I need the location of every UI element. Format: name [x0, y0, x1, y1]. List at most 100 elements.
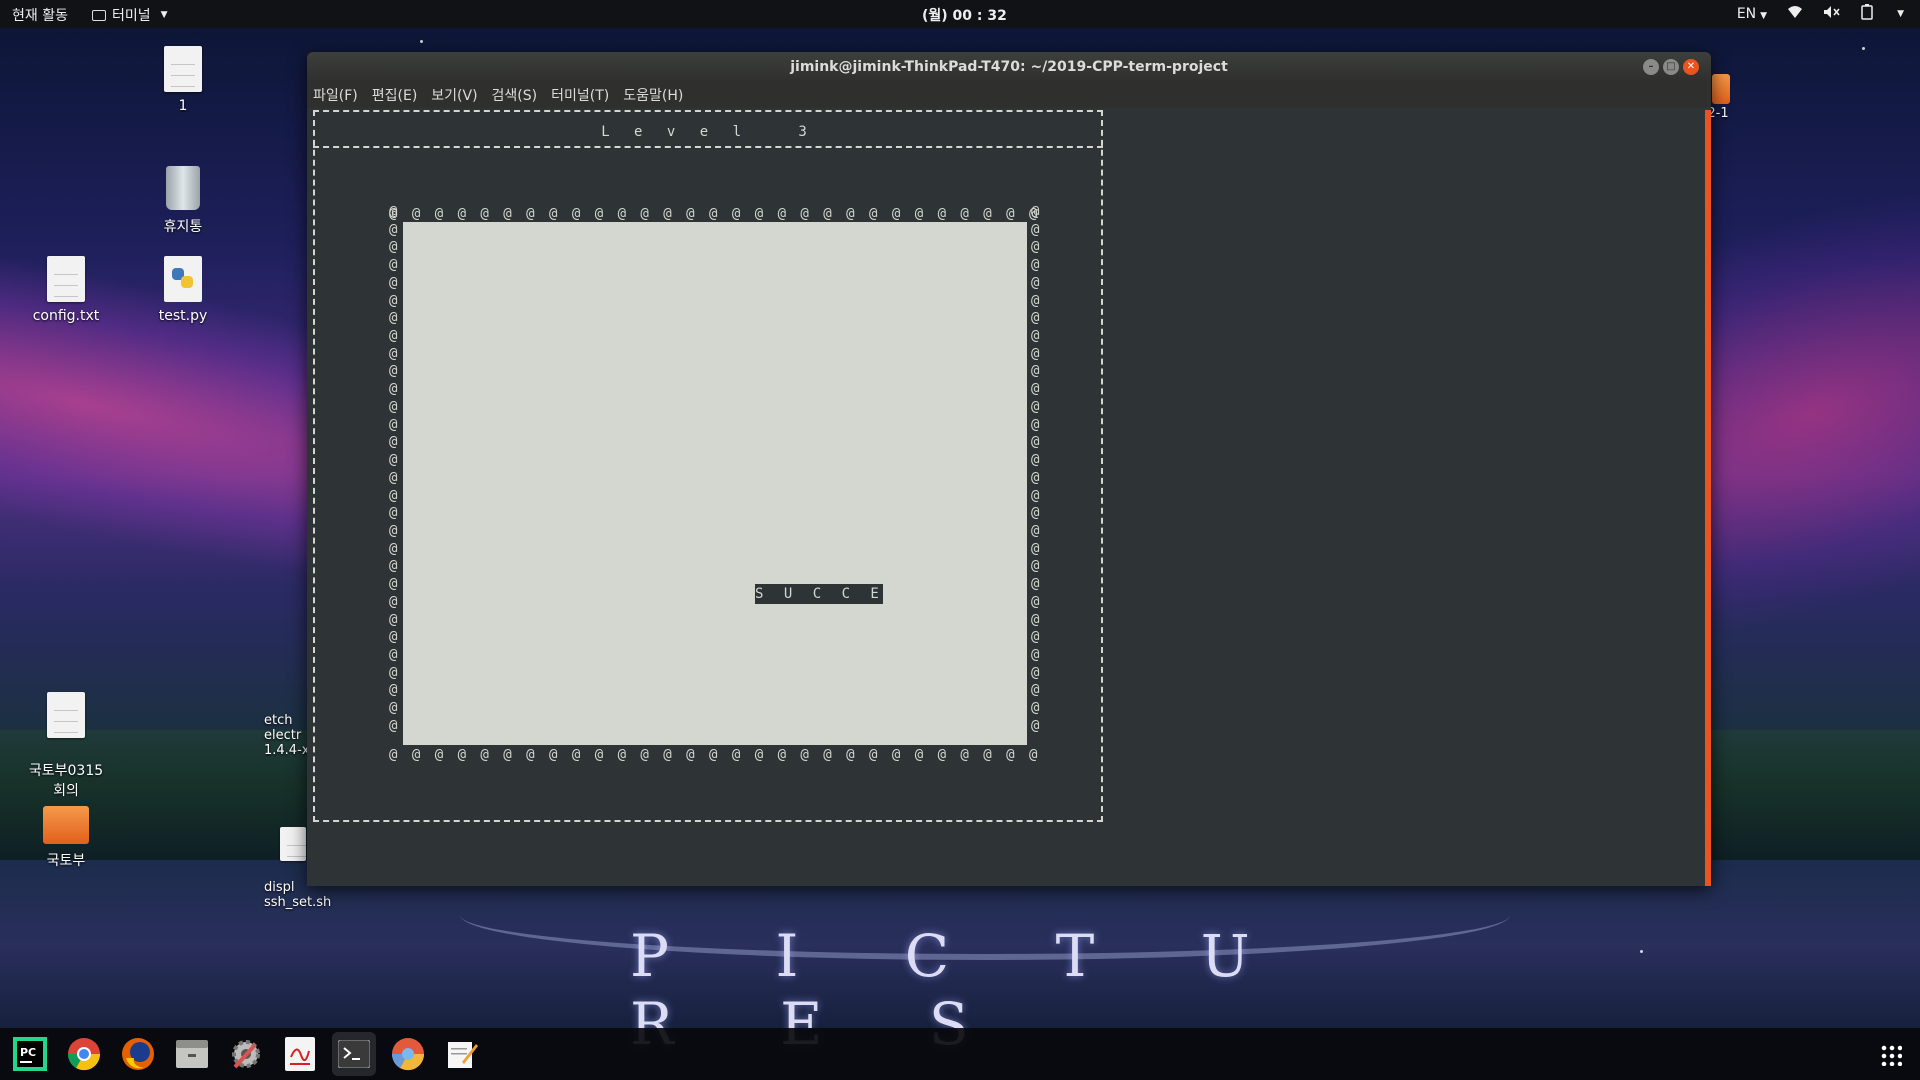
game-header-separator	[313, 146, 1103, 148]
activities-button[interactable]: 현재 활동	[12, 5, 68, 25]
board-border-cell: @	[1031, 328, 1040, 345]
board-border-cell: @	[389, 540, 398, 557]
board-border-cell: @	[1031, 682, 1040, 699]
volume-muted-icon[interactable]	[1823, 5, 1841, 23]
dock-firefox[interactable]	[116, 1032, 160, 1076]
desktop-icon-file-1[interactable]: 1	[128, 46, 238, 114]
board-border-cell: @	[389, 452, 398, 469]
board-border-cell: @	[1031, 664, 1040, 681]
desktop-icon-label: 국토부	[46, 853, 86, 869]
desktop-icon-meeting-doc[interactable]: 국토부0315 회의	[11, 676, 121, 816]
dock-chrome[interactable]	[62, 1032, 106, 1076]
board-border-cell: @	[389, 239, 398, 256]
terminal-window[interactable]: jimink@jimink-ThinkPad-T470: ~/2019-CPP-…	[307, 52, 1711, 886]
dock-notes[interactable]	[440, 1032, 484, 1076]
terminal-icon	[338, 1040, 370, 1068]
desktop-icon-label: etch electr 1.4.4-x	[264, 713, 310, 758]
chrome-icon	[67, 1038, 101, 1071]
board-border-cell: @	[1031, 522, 1040, 539]
board-border-cell: @	[389, 487, 398, 504]
clock[interactable]: (월) 00 : 32	[922, 5, 1007, 25]
star	[1640, 950, 1643, 953]
board-border-cell: @	[389, 700, 398, 717]
menu-search[interactable]: 검색(S)	[492, 85, 538, 105]
document-icon	[164, 46, 202, 92]
board-border-cell: @	[389, 416, 398, 433]
desktop-icon-label: 1	[178, 98, 188, 114]
board-border-cell: @	[389, 292, 398, 309]
level-label: L e v e l 3	[601, 124, 815, 140]
board-border-cell: @	[389, 204, 398, 220]
game-playfield: S U C C E S S !	[403, 222, 1027, 745]
language-indicator[interactable]: EN ▼	[1737, 6, 1767, 22]
folder-icon	[1712, 74, 1730, 104]
python-file-icon	[164, 256, 202, 302]
desktop-icon-folder[interactable]: 국토부	[11, 806, 121, 870]
dock: PC	[0, 1028, 1920, 1080]
system-tray[interactable]: EN ▼ ▼	[1737, 4, 1904, 24]
document-icon	[47, 256, 85, 302]
menu-bar: 파일(F) 편집(E) 보기(V) 검색(S) 터미널(T) 도움말(H)	[307, 82, 1711, 108]
minimize-button[interactable]: –	[1643, 59, 1659, 75]
board-border-cell: @	[389, 363, 398, 380]
settings-icon	[232, 1040, 260, 1069]
desktop-icon-ssh-script[interactable]: displ ssh_set.sh	[240, 812, 332, 925]
board-border-cell: @	[389, 522, 398, 539]
dock-pycharm[interactable]: PC	[8, 1032, 52, 1076]
scrollbar[interactable]	[1705, 110, 1711, 886]
dock-settings[interactable]	[224, 1032, 268, 1076]
close-button[interactable]: ✕	[1683, 59, 1699, 75]
chromium-icon	[391, 1038, 425, 1071]
top-bar: 현재 활동 터미널 ▼ (월) 00 : 32 EN ▼ ▼	[0, 0, 1920, 28]
dock-files[interactable]	[170, 1032, 214, 1076]
board-border-cell: @	[1031, 398, 1040, 415]
board-border-cell: @	[1031, 505, 1040, 522]
board-border-cell: @	[389, 611, 398, 628]
app-menu-label: 터미널	[112, 8, 151, 24]
show-applications-icon[interactable]	[1880, 1044, 1902, 1066]
svg-text:PC: PC	[20, 1046, 36, 1059]
board-border-cell: @	[1031, 292, 1040, 309]
board-border-cell: @	[389, 434, 398, 451]
board-border-cell: @	[1031, 274, 1040, 291]
document-signature-icon	[285, 1037, 315, 1071]
wifi-icon[interactable]	[1787, 5, 1803, 23]
board-border-cell: @	[389, 381, 398, 398]
desktop-icon-etcher[interactable]: etch electr 1.4.4-x	[240, 698, 310, 773]
board-border-cell: @	[389, 398, 398, 415]
menu-help[interactable]: 도움말(H)	[623, 85, 683, 105]
desktop-icon-trash[interactable]: 휴지통	[128, 166, 238, 236]
board-border-cell: @	[1031, 558, 1040, 575]
star	[420, 40, 423, 43]
wallpaper-pictures-text: P I C T U R E S	[630, 922, 1350, 1058]
menu-terminal[interactable]: 터미널(T)	[551, 85, 609, 105]
files-icon	[176, 1040, 208, 1068]
dock-terminal[interactable]	[332, 1032, 376, 1076]
board-border-cell: @	[1031, 593, 1040, 610]
board-border-cell: @	[1031, 452, 1040, 469]
board-top-border: @ @ @ @ @ @ @ @ @ @ @ @ @ @ @ @ @ @ @ @ …	[389, 206, 1049, 222]
desktop-icon-label: 국토부0315 회의	[28, 763, 104, 799]
menu-file[interactable]: 파일(F)	[313, 85, 358, 105]
app-menu[interactable]: 터미널 ▼	[92, 5, 168, 25]
maximize-button[interactable]: □	[1663, 59, 1679, 75]
system-menu-chevron-icon[interactable]: ▼	[1897, 9, 1904, 19]
menu-view[interactable]: 보기(V)	[431, 85, 477, 105]
battery-icon[interactable]	[1861, 4, 1873, 24]
board-border-cell: @	[1031, 629, 1040, 646]
chevron-down-icon: ▼	[160, 10, 168, 20]
menu-edit[interactable]: 편집(E)	[372, 85, 418, 105]
terminal-content[interactable]: L e v e l 3 @ @ @ @ @ @ @ @ @ @ @ @ @ @ …	[307, 110, 1703, 886]
board-border-cell: @	[1031, 204, 1040, 220]
board-border-cell: @	[1031, 487, 1040, 504]
desktop-icon-test-py[interactable]: test.py	[128, 256, 238, 324]
dock-chromium[interactable]	[386, 1032, 430, 1076]
desktop-icon-config-txt[interactable]: config.txt	[11, 256, 121, 324]
board-bottom-border: @ @ @ @ @ @ @ @ @ @ @ @ @ @ @ @ @ @ @ @ …	[389, 747, 1049, 763]
board-border-cell: @	[1031, 310, 1040, 327]
board-border-cell: @	[1031, 221, 1040, 238]
dock-text-app[interactable]	[278, 1032, 322, 1076]
board-border-cell: @	[389, 221, 398, 238]
desktop-icon-label: displ ssh_set.sh	[264, 880, 332, 910]
window-titlebar[interactable]: jimink@jimink-ThinkPad-T470: ~/2019-CPP-…	[307, 52, 1711, 82]
